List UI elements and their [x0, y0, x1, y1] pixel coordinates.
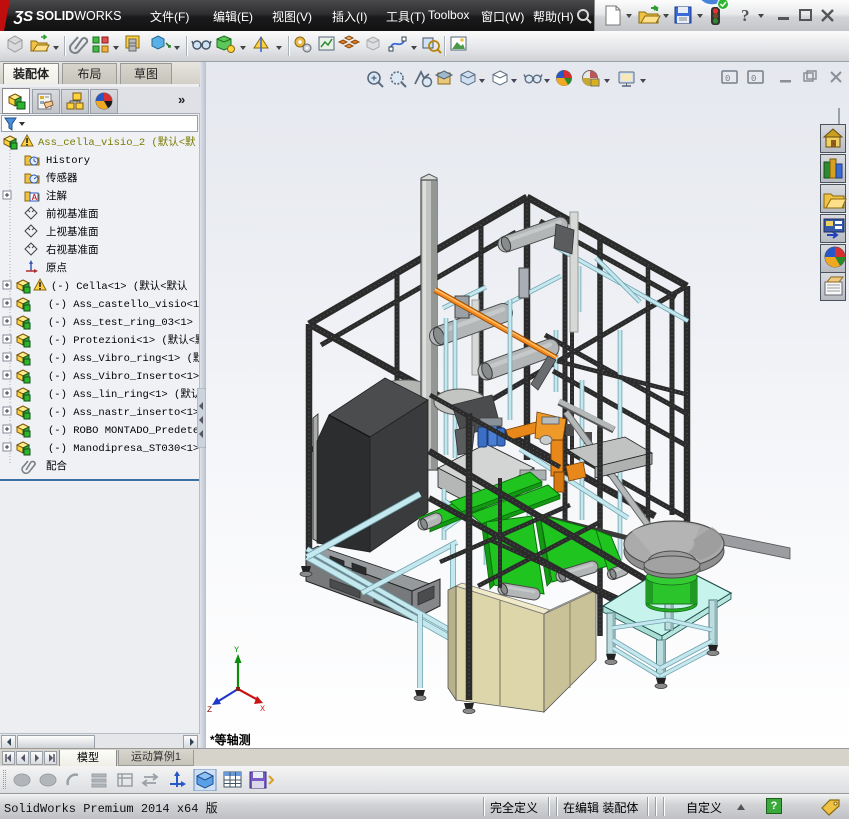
svg-text:Z: Z: [207, 705, 212, 715]
svg-text:注解: 注解: [46, 189, 67, 203]
svg-text:History: History: [46, 155, 90, 167]
svg-text:Ass_cella_visio_2 (默认<默: Ass_cella_visio_2 (默认<默: [38, 135, 196, 149]
svg-text:(-) Ass_nastr_inserto<1>: (-) Ass_nastr_inserto<1>: [48, 407, 199, 419]
svg-text:(-) Cella<1> (默认<默认: (-) Cella<1> (默认<默认: [51, 279, 188, 293]
svg-text:配合: 配合: [46, 459, 67, 473]
svg-text:ƷS: ƷS: [13, 8, 33, 25]
svg-text:(-) ROBO MONTADO_Predeterm: (-) ROBO MONTADO_Predeterm: [48, 425, 199, 437]
svg-text:(-) Ass_Vibro_ring<1> (默: (-) Ass_Vibro_ring<1> (默: [48, 352, 199, 365]
svg-text:传感器: 传感器: [46, 171, 78, 185]
svg-text:(-) Ass_test_ring_03<1> (默: (-) Ass_test_ring_03<1> (默: [48, 316, 199, 329]
svg-text:上视基准面: 上视基准面: [46, 225, 99, 239]
svg-text:A: A: [32, 193, 38, 202]
svg-text:前视基准面: 前视基准面: [46, 207, 99, 221]
svg-text:(-) Manodipresa_ST030<1>: (-) Manodipresa_ST030<1>: [48, 443, 199, 455]
svg-text:X: X: [260, 704, 265, 714]
svg-text:(-) Ass_Vibro_Inserto<1>: (-) Ass_Vibro_Inserto<1>: [48, 371, 199, 383]
svg-text:原点: 原点: [46, 262, 67, 275]
svg-text:(-) Ass_castello_visio<1>: (-) Ass_castello_visio<1>: [48, 299, 199, 311]
svg-text:右视基准面: 右视基准面: [46, 243, 99, 257]
svg-text:(-) Ass_lin_ring<1> (默认: (-) Ass_lin_ring<1> (默认: [48, 387, 199, 401]
svg-text:(-) Protezioni<1> (默认<默: (-) Protezioni<1> (默认<默: [48, 333, 199, 347]
svg-text:Y: Y: [234, 645, 239, 655]
svg-text:?: ?: [741, 6, 750, 25]
svg-text:SOLIDWORKS: SOLIDWORKS: [36, 9, 121, 23]
